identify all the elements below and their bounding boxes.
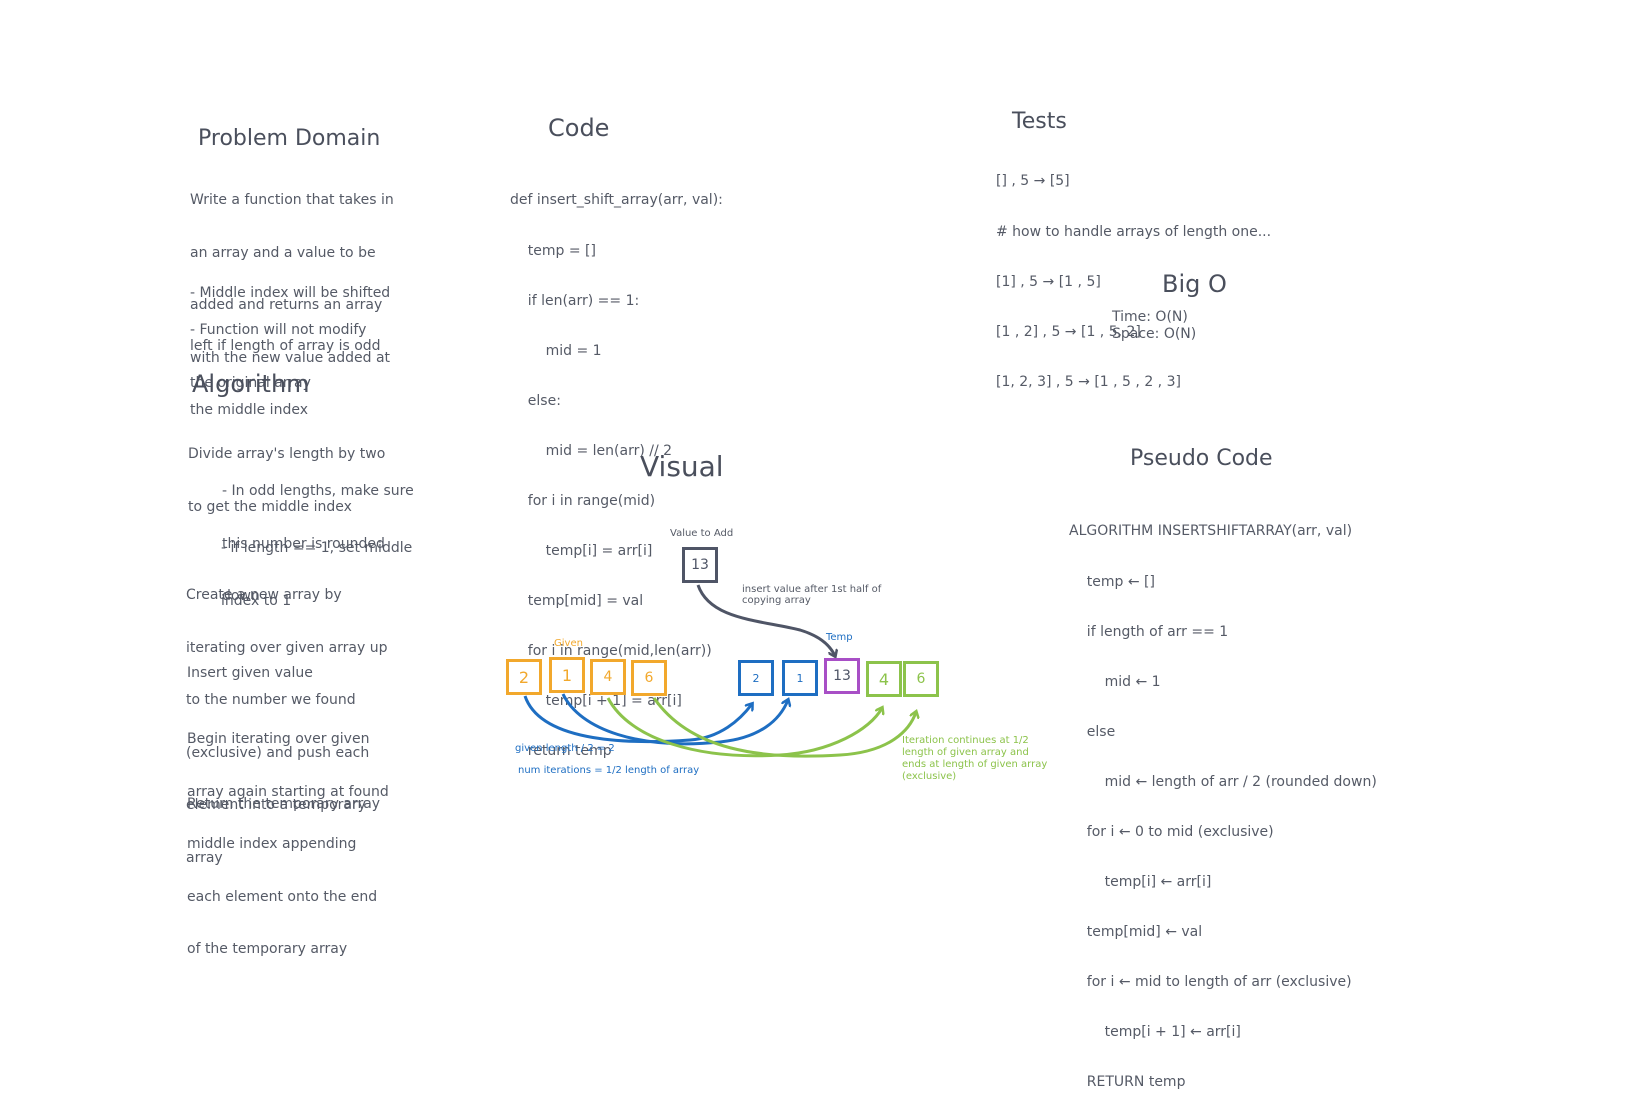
text-line: (exclusive) — [902, 771, 957, 782]
text-line: ends at length of given array — [902, 759, 1048, 770]
given-length-note: given length / 2 = 2 — [515, 743, 615, 754]
temp-cell: 2 — [738, 660, 774, 696]
copy-arrow-1 — [523, 695, 752, 744]
temp-cell: 4 — [866, 661, 902, 697]
given-cell: 1 — [549, 657, 585, 693]
text-line: insert value after 1st half of — [742, 584, 882, 595]
copy-arrow-2 — [561, 693, 788, 746]
text-line: Iteration continues at 1/2 — [902, 735, 1029, 746]
given-cell: 2 — [506, 659, 542, 695]
temp-cell: 6 — [903, 661, 939, 697]
pseudo-line: for i ← mid to length of arr (exclusive) — [1069, 974, 1352, 991]
iteration-continues-note: Iteration continues at 1/2 length of giv… — [902, 735, 1047, 783]
insert-note: insert value after 1st half of copying a… — [742, 584, 881, 606]
visual-arrows — [523, 584, 1634, 758]
temp-label: Temp — [826, 632, 853, 643]
iterations-note: num iterations = 1/2 length of array — [518, 765, 700, 776]
given-cell: 4 — [590, 659, 626, 695]
given-cell: 6 — [631, 660, 667, 696]
value-to-add-label: Value to Add — [670, 528, 734, 539]
temp-cell: 13 — [824, 658, 860, 694]
value-to-add-box: 13 — [682, 547, 718, 583]
given-label: Given — [554, 638, 583, 649]
shift-arrow-1 — [606, 697, 882, 758]
pseudo-line: temp[i + 1] ← arr[i] — [1069, 1024, 1241, 1041]
text-line: length of given array and — [902, 747, 1029, 758]
pseudo-line: RETURN temp — [1069, 1074, 1186, 1091]
temp-cell: 1 — [782, 660, 818, 696]
text-line: copying array — [742, 595, 811, 606]
